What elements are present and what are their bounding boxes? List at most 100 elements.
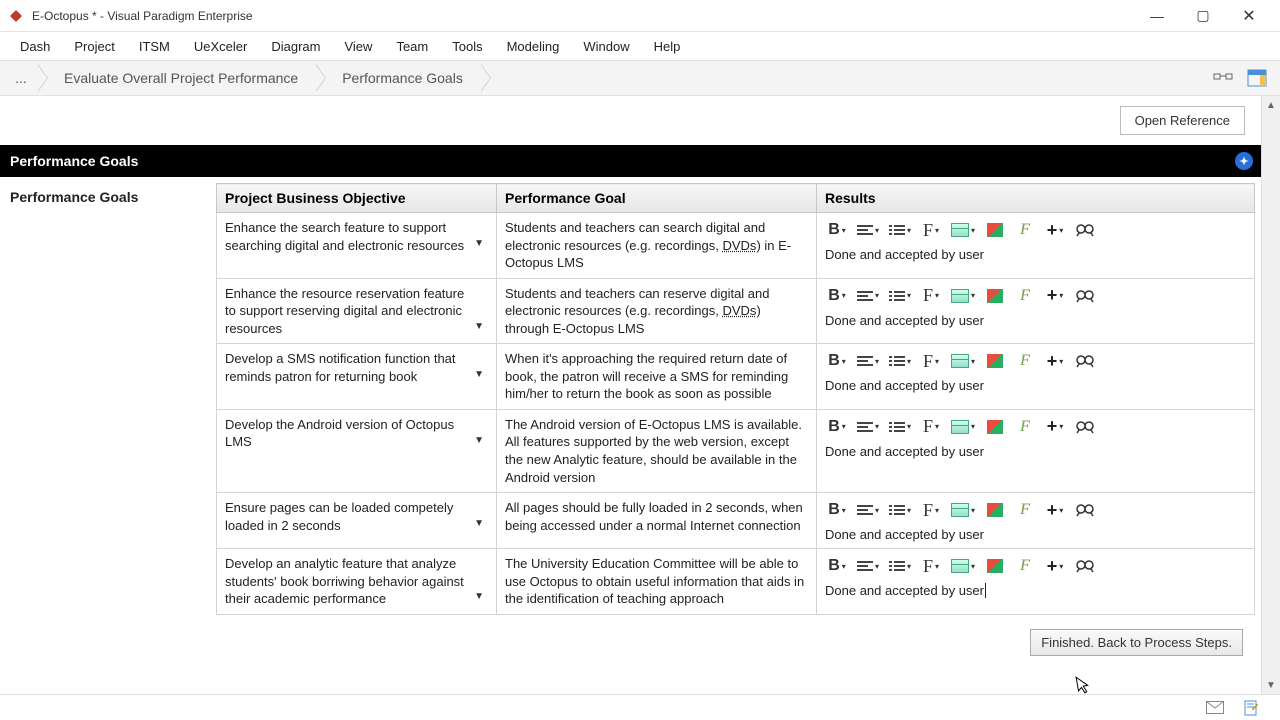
add-button[interactable]: + — [1043, 555, 1067, 577]
image-insert-button[interactable] — [983, 416, 1007, 438]
align-button[interactable] — [855, 416, 881, 438]
result-text[interactable]: Done and accepted by user — [825, 444, 984, 459]
bold-button[interactable]: B — [825, 416, 849, 438]
objective-cell[interactable]: Develop an analytic feature that analyze… — [225, 555, 488, 608]
menu-view[interactable]: View — [332, 35, 384, 58]
clear-format-button[interactable]: F — [1013, 555, 1037, 577]
dropdown-icon[interactable]: ▼ — [474, 517, 484, 531]
font-button[interactable]: F — [919, 499, 943, 521]
scroll-down-icon[interactable]: ▼ — [1262, 676, 1280, 694]
window-maximize-button[interactable]: ▢ — [1180, 0, 1226, 32]
menu-itsm[interactable]: ITSM — [127, 35, 182, 58]
menu-modeling[interactable]: Modeling — [495, 35, 572, 58]
find-button[interactable] — [1073, 285, 1097, 307]
image-insert-button[interactable] — [983, 219, 1007, 241]
diagram-view-icon[interactable] — [1210, 65, 1236, 91]
bold-button[interactable]: B — [825, 350, 849, 372]
menu-diagram[interactable]: Diagram — [259, 35, 332, 58]
menu-project[interactable]: Project — [62, 35, 126, 58]
image-insert-button[interactable] — [983, 555, 1007, 577]
table-insert-button[interactable] — [949, 285, 977, 307]
bold-button[interactable]: B — [825, 555, 849, 577]
clear-format-button[interactable]: F — [1013, 350, 1037, 372]
finished-button[interactable]: Finished. Back to Process Steps. — [1030, 629, 1243, 656]
align-button[interactable] — [855, 350, 881, 372]
section-settings-icon[interactable]: ✦ — [1235, 152, 1253, 170]
font-button[interactable]: F — [919, 285, 943, 307]
add-button[interactable]: + — [1043, 350, 1067, 372]
table-insert-button[interactable] — [949, 416, 977, 438]
find-button[interactable] — [1073, 350, 1097, 372]
clear-format-button[interactable]: F — [1013, 219, 1037, 241]
add-button[interactable]: + — [1043, 219, 1067, 241]
find-button[interactable] — [1073, 219, 1097, 241]
bold-button[interactable]: B — [825, 499, 849, 521]
result-text[interactable]: Done and accepted by user — [825, 247, 984, 262]
table-insert-button[interactable] — [949, 499, 977, 521]
dropdown-icon[interactable]: ▼ — [474, 434, 484, 448]
result-text[interactable]: Done and accepted by user — [825, 583, 986, 598]
image-insert-button[interactable] — [983, 350, 1007, 372]
align-button[interactable] — [855, 285, 881, 307]
find-button[interactable] — [1073, 416, 1097, 438]
objective-cell[interactable]: Develop the Android version of Octopus L… — [225, 416, 488, 451]
result-text[interactable]: Done and accepted by user — [825, 313, 984, 328]
dropdown-icon[interactable]: ▼ — [474, 368, 484, 382]
list-button[interactable] — [887, 219, 913, 241]
add-button[interactable]: + — [1043, 499, 1067, 521]
list-button[interactable] — [887, 285, 913, 307]
bold-button[interactable]: B — [825, 285, 849, 307]
objective-cell[interactable]: Develop a SMS notification function that… — [225, 350, 488, 385]
align-button[interactable] — [855, 219, 881, 241]
goal-cell[interactable]: All pages should be fully loaded in 2 se… — [505, 499, 808, 534]
list-button[interactable] — [887, 416, 913, 438]
find-button[interactable] — [1073, 555, 1097, 577]
edit-note-icon[interactable] — [1242, 699, 1260, 717]
table-insert-button[interactable] — [949, 350, 977, 372]
goal-cell[interactable]: Students and teachers can reserve digita… — [505, 285, 808, 338]
menu-team[interactable]: Team — [384, 35, 440, 58]
objective-cell[interactable]: Ensure pages can be loaded competely loa… — [225, 499, 488, 534]
goal-cell[interactable]: The University Education Committee will … — [505, 555, 808, 608]
font-button[interactable]: F — [919, 416, 943, 438]
bold-button[interactable]: B — [825, 219, 849, 241]
breadcrumb-item-goals[interactable]: Performance Goals — [328, 64, 481, 92]
clear-format-button[interactable]: F — [1013, 416, 1037, 438]
mail-icon[interactable] — [1206, 699, 1224, 717]
list-button[interactable] — [887, 499, 913, 521]
goal-cell[interactable]: Students and teachers can search digital… — [505, 219, 808, 272]
window-close-button[interactable]: ✕ — [1226, 0, 1272, 32]
list-button[interactable] — [887, 350, 913, 372]
add-button[interactable]: + — [1043, 416, 1067, 438]
result-text[interactable]: Done and accepted by user — [825, 378, 984, 393]
goal-cell[interactable]: The Android version of E-Octopus LMS is … — [505, 416, 808, 486]
objective-cell[interactable]: Enhance the resource reservation feature… — [225, 285, 488, 338]
list-button[interactable] — [887, 555, 913, 577]
menu-uexceler[interactable]: UeXceler — [182, 35, 259, 58]
dropdown-icon[interactable]: ▼ — [474, 590, 484, 604]
menu-tools[interactable]: Tools — [440, 35, 494, 58]
objective-cell[interactable]: Enhance the search feature to support se… — [225, 219, 488, 254]
dropdown-icon[interactable]: ▼ — [474, 237, 484, 251]
goal-cell[interactable]: When it's approaching the required retur… — [505, 350, 808, 403]
window-minimize-button[interactable]: ― — [1134, 0, 1180, 32]
result-text[interactable]: Done and accepted by user — [825, 527, 984, 542]
scroll-up-icon[interactable]: ▲ — [1262, 96, 1280, 114]
image-insert-button[interactable] — [983, 499, 1007, 521]
clear-format-button[interactable]: F — [1013, 285, 1037, 307]
vertical-scrollbar[interactable]: ▲ ▼ — [1262, 96, 1280, 694]
menu-dash[interactable]: Dash — [8, 35, 62, 58]
open-reference-button[interactable]: Open Reference — [1120, 106, 1245, 135]
breadcrumb-root[interactable]: ... — [4, 64, 38, 92]
menu-help[interactable]: Help — [642, 35, 693, 58]
dropdown-icon[interactable]: ▼ — [474, 320, 484, 334]
panel-toggle-icon[interactable] — [1244, 65, 1270, 91]
align-button[interactable] — [855, 555, 881, 577]
clear-format-button[interactable]: F — [1013, 499, 1037, 521]
add-button[interactable]: + — [1043, 285, 1067, 307]
image-insert-button[interactable] — [983, 285, 1007, 307]
font-button[interactable]: F — [919, 219, 943, 241]
find-button[interactable] — [1073, 499, 1097, 521]
menu-window[interactable]: Window — [571, 35, 641, 58]
align-button[interactable] — [855, 499, 881, 521]
